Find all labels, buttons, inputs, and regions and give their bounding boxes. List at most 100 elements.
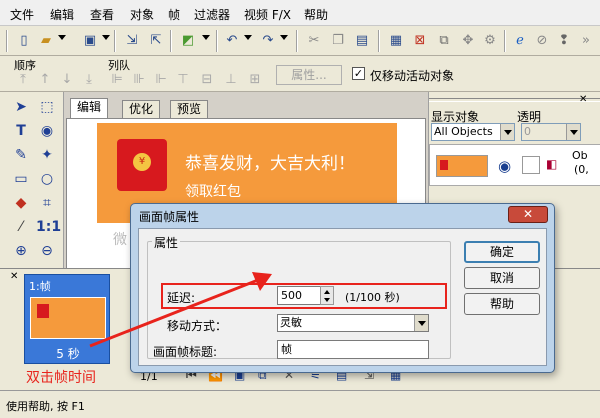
undo-icon[interactable]: ↶ [222,31,242,51]
cancel-button[interactable]: 取消 [464,267,540,289]
ok-button[interactable]: 确定 [464,241,540,263]
menu-filter[interactable]: 过滤器 [194,6,230,23]
brush-icon[interactable]: ✎ [10,144,32,166]
frame-thumbnail[interactable]: 1:帧 5 秒 [24,274,110,364]
move-icon[interactable]: ✥ [458,31,478,51]
opacity-field[interactable]: 0 [521,123,581,141]
fill-bucket-icon[interactable]: ◆ [10,192,32,214]
bring-to-front-icon[interactable]: ⤒ [14,72,32,88]
import-icon[interactable]: ⇲ [122,31,142,51]
frame-duration[interactable]: 5 秒 [25,345,111,362]
properties-button[interactable]: 属性... [276,65,342,85]
move-mode-select[interactable]: 灵敏 [277,314,429,332]
chevron-down-icon[interactable] [566,124,580,140]
align-center-icon[interactable]: ⊪ [130,72,148,88]
redo-icon[interactable]: ↷ [258,31,278,51]
group-label: 属性 [152,234,181,251]
chevron-down-icon[interactable] [58,35,66,40]
zoom-in-icon[interactable]: ⊕ [10,240,32,262]
frame-icon[interactable]: ▦ [386,31,406,51]
paste-icon[interactable]: ▤ [352,31,372,51]
menu-file[interactable]: 文件 [10,6,34,23]
menu-object[interactable]: 对象 [130,6,154,23]
layer-icon[interactable]: ◧ [546,157,557,171]
align-left-icon[interactable]: ⊫ [108,72,126,88]
tab-preview[interactable]: 预览 [170,100,209,118]
frame-title-label: 画面帧标题: [153,345,218,359]
frame-title-input[interactable]: 帧 [277,340,429,359]
export-icon[interactable]: ⇱ [146,31,166,51]
move-active-only-checkbox[interactable]: ✓ [352,67,365,80]
tool-palette: ➤ ⬚ T ◉ ✎ ✦ ▭ ○ ◆ ⌗ ⁄ 1:1 ⊕ ⊖ [0,92,64,268]
object-name: Ob [572,149,588,162]
cut-icon[interactable]: ✂ [304,31,324,51]
delay-unit: (1/100 秒) [345,291,400,304]
eye-icon[interactable]: ◉ [498,157,511,175]
move-mode-value: 灵敏 [280,316,302,329]
send-to-back-icon[interactable]: ⤓ [80,72,98,88]
main-toolbar: ▯ ▰ ▣ ⇲ ⇱ ◩ ↶ ↷ ✂ ❐ ▤ ▦ ⊠ ⧉ ✥ ⚙ ℯ ⊘ ❢ » [0,26,600,56]
status-bar: 使用帮助, 按 F1 [0,390,600,418]
zoom-out-icon[interactable]: ⊖ [36,240,58,262]
help-button[interactable]: 帮助 [464,293,540,315]
chevron-down-icon[interactable] [244,35,252,40]
chevron-down-icon[interactable] [500,124,514,140]
delay-stepper[interactable] [320,286,334,305]
menu-help[interactable]: 帮助 [304,6,328,23]
settings-icon[interactable]: ⚙ [480,31,500,51]
help-icon[interactable]: ❢ [554,31,574,51]
more-icon[interactable]: » [576,31,596,51]
open-folder-icon[interactable]: ▰ [36,31,56,51]
delete-icon[interactable]: ⊠ [410,31,430,51]
text-tool-icon[interactable]: T [10,120,32,142]
send-backward-icon[interactable]: ↓ [58,72,76,88]
tab-optimize[interactable]: 优化 [122,100,161,118]
move-active-only-label: 仅移动活动对象 [370,69,455,83]
duplicate-icon[interactable]: ⧉ [434,31,454,51]
menu-video-fx[interactable]: 视频 F/X [244,6,291,23]
dialog-titlebar[interactable]: 画面帧属性 ✕ [131,204,554,226]
align-bottom-icon[interactable]: ⊥ [222,72,240,88]
color-icon[interactable]: ◩ [178,31,198,51]
transform-icon[interactable]: ⌗ [36,192,58,214]
bring-forward-icon[interactable]: ↑ [36,72,54,88]
copy-icon[interactable]: ❐ [328,31,348,51]
tab-edit[interactable]: 编辑 [70,98,109,118]
magic-wand-icon[interactable]: ✦ [36,144,58,166]
delay-input[interactable]: 500 [277,286,321,305]
select-arrow-icon[interactable]: ➤ [10,96,32,118]
close-icon[interactable]: ✕ [579,94,587,105]
red-packet-image: ¥ [117,139,167,191]
eyedropper-icon[interactable]: ⁄ [10,216,32,238]
close-icon[interactable]: ✕ [508,206,548,223]
display-objects-select[interactable]: All Objects [431,123,515,141]
stop-icon[interactable]: ⊘ [532,31,552,51]
align-right-icon[interactable]: ⊩ [152,72,170,88]
align-middle-icon[interactable]: ⊟ [198,72,216,88]
save-icon[interactable]: ▣ [80,31,100,51]
menu-edit[interactable]: 编辑 [50,6,74,23]
toolbar-grip [6,30,8,52]
panel-divider [429,98,600,102]
menu-frame[interactable]: 帧 [168,6,180,23]
object-thumbnail [436,155,488,177]
play-icon[interactable]: ◉ [36,120,58,142]
lasso-icon[interactable]: ○ [36,168,58,190]
frame-preview-red-packet [37,304,49,318]
close-icon[interactable]: ✕ [10,271,18,282]
color-swatch[interactable] [522,156,540,174]
chevron-down-icon[interactable] [102,35,110,40]
distribute-icon[interactable]: ⊞ [246,72,264,88]
chevron-down-icon[interactable] [202,35,210,40]
crop-icon[interactable]: ⬚ [36,96,58,118]
align-top-icon[interactable]: ⊤ [174,72,192,88]
eraser-icon[interactable]: ▭ [10,168,32,190]
object-list-row[interactable]: ◉ ◧ Ob (0, [429,144,600,186]
queue-label: 列队 [108,59,130,72]
menu-view[interactable]: 查看 [90,6,114,23]
browser-icon[interactable]: ℯ [510,31,530,51]
new-file-icon[interactable]: ▯ [14,31,34,51]
chevron-down-icon[interactable] [414,315,428,331]
chevron-down-icon[interactable] [280,35,288,40]
actual-size-icon[interactable]: 1:1 [36,216,61,238]
